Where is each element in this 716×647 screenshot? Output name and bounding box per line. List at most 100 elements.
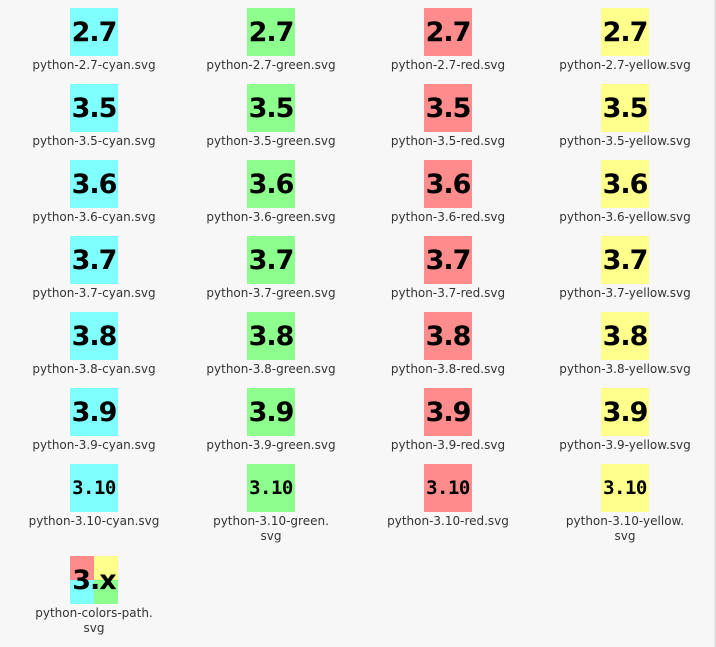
file-name-label: python-2.7-red.svg	[390, 58, 506, 72]
version-text: 3.5	[71, 92, 118, 124]
file-item[interactable]: 3.9 python-3.9-green.svg	[186, 388, 356, 453]
svg-thumbnail-icon: 3.8	[247, 312, 295, 360]
svg-thumbnail-icon: 3.9	[424, 388, 472, 436]
version-text: 3.9	[71, 396, 118, 428]
file-item[interactable]: 3.8 python-3.8-red.svg	[363, 312, 533, 377]
svg-thumbnail-icon: 3.10	[247, 464, 295, 512]
file-name-label: python-3.9-green.svg	[206, 438, 336, 452]
file-name-label: python-3.8-green.svg	[206, 362, 336, 376]
file-name-label: python-3.6-cyan.svg	[32, 210, 156, 224]
file-item[interactable]: 3.8 python-3.8-green.svg	[186, 312, 356, 377]
svg-thumbnail-icon: 3.7	[424, 236, 472, 284]
svg-thumbnail-icon: 3.9	[601, 388, 649, 436]
file-name-label: python-3.5-green.svg	[206, 134, 336, 148]
file-item[interactable]: 3.10 python-3.10-red.svg	[363, 464, 533, 529]
svg-thumbnail-icon: 3.x	[70, 556, 118, 604]
file-item[interactable]: 3.8 python-3.8-cyan.svg	[9, 312, 179, 377]
version-text: 3.10	[72, 477, 116, 499]
file-item[interactable]: 3.7 python-3.7-red.svg	[363, 236, 533, 301]
file-name-label: python-2.7-cyan.svg	[32, 58, 156, 72]
file-name-label: python-3.9-yellow.svg	[559, 438, 691, 452]
file-item[interactable]: 3.7 python-3.7-green.svg	[186, 236, 356, 301]
file-name-label: python-3.7-green.svg	[206, 286, 336, 300]
file-item[interactable]: 3.6 python-3.6-green.svg	[186, 160, 356, 225]
file-item[interactable]: 3.6 python-3.6-red.svg	[363, 160, 533, 225]
svg-thumbnail-icon: 3.8	[424, 312, 472, 360]
version-text: 3.10	[426, 477, 470, 499]
file-name-label: python-3.6-yellow.svg	[559, 210, 691, 224]
version-text: 3.6	[602, 168, 649, 200]
file-name-label: python-3.8-red.svg	[390, 362, 506, 376]
file-name-label: python-3.6-green.svg	[206, 210, 336, 224]
version-text: 3.8	[71, 320, 118, 352]
file-item[interactable]: 3.7 python-3.7-yellow.svg	[540, 236, 710, 301]
file-item[interactable]: 3.6 python-3.6-yellow.svg	[540, 160, 710, 225]
svg-thumbnail-icon: 3.7	[601, 236, 649, 284]
svg-thumbnail-icon: 3.6	[424, 160, 472, 208]
file-item[interactable]: 3.5 python-3.5-red.svg	[363, 84, 533, 149]
file-item[interactable]: 3.6 python-3.6-cyan.svg	[9, 160, 179, 225]
svg-thumbnail-icon: 3.5	[424, 84, 472, 132]
svg-thumbnail-icon: 2.7	[424, 8, 472, 56]
version-text: 3.9	[602, 396, 649, 428]
file-name-label: python-3.8-yellow.svg	[559, 362, 691, 376]
version-text: 3.5	[425, 92, 472, 124]
file-item[interactable]: 3.8 python-3.8-yellow.svg	[540, 312, 710, 377]
file-name-label: python-3.7-yellow.svg	[559, 286, 691, 300]
version-text: 3.7	[425, 244, 472, 276]
file-name-label: python-3.10-cyan.svg	[28, 514, 160, 528]
version-text: 3.8	[248, 320, 295, 352]
svg-thumbnail-icon: 3.10	[424, 464, 472, 512]
file-item[interactable]: 2.7 python-2.7-yellow.svg	[540, 8, 710, 73]
file-item[interactable]: 3.7 python-3.7-cyan.svg	[9, 236, 179, 301]
version-text: 3.7	[248, 244, 295, 276]
file-item[interactable]: 3.x python-colors-path. svg	[9, 556, 179, 636]
file-item[interactable]: 3.10 python-3.10-yellow. svg	[540, 464, 710, 544]
version-text: 3.6	[425, 168, 472, 200]
file-name-label: python-3.5-cyan.svg	[32, 134, 156, 148]
file-icon-grid: 2.7 python-2.7-cyan.svg 2.7 python-2.7-gree…	[0, 0, 716, 647]
svg-thumbnail-icon: 3.6	[601, 160, 649, 208]
file-name-label: python-3.10-yellow. svg	[565, 514, 685, 543]
version-text: 2.7	[602, 16, 649, 48]
version-text: 2.7	[71, 16, 118, 48]
file-item[interactable]: 2.7 python-2.7-green.svg	[186, 8, 356, 73]
file-name-label: python-3.5-yellow.svg	[559, 134, 691, 148]
svg-thumbnail-icon: 3.5	[247, 84, 295, 132]
file-item[interactable]: 3.9 python-3.9-yellow.svg	[540, 388, 710, 453]
file-name-label: python-3.10-green. svg	[213, 514, 329, 543]
svg-thumbnail-icon: 3.5	[70, 84, 118, 132]
file-item[interactable]: 3.5 python-3.5-yellow.svg	[540, 84, 710, 149]
svg-thumbnail-icon: 2.7	[247, 8, 295, 56]
file-item[interactable]: 3.5 python-3.5-green.svg	[186, 84, 356, 149]
svg-thumbnail-icon: 3.6	[247, 160, 295, 208]
version-text: 3.10	[249, 477, 293, 499]
file-item[interactable]: 3.9 python-3.9-cyan.svg	[9, 388, 179, 453]
version-text: 3.9	[248, 396, 295, 428]
file-name-label: python-3.10-red.svg	[387, 514, 509, 528]
version-text: 3.6	[71, 168, 118, 200]
version-text: 3.8	[602, 320, 649, 352]
version-text: 3.5	[602, 92, 649, 124]
file-item[interactable]: 3.9 python-3.9-red.svg	[363, 388, 533, 453]
svg-thumbnail-icon: 3.6	[70, 160, 118, 208]
version-text: 3.10	[603, 477, 647, 499]
file-item[interactable]: 3.5 python-3.5-cyan.svg	[9, 84, 179, 149]
file-item[interactable]: 2.7 python-2.7-cyan.svg	[9, 8, 179, 73]
file-name-label: python-3.6-red.svg	[390, 210, 506, 224]
version-text: 3.7	[71, 244, 118, 276]
file-name-label: python-colors-path. svg	[35, 606, 153, 635]
version-text: 3.8	[425, 320, 472, 352]
file-name-label: python-3.9-red.svg	[390, 438, 506, 452]
file-name-label: python-3.5-red.svg	[390, 134, 506, 148]
file-item[interactable]: 3.10 python-3.10-green. svg	[186, 464, 356, 544]
file-name-label: python-2.7-yellow.svg	[559, 58, 691, 72]
file-item[interactable]: 3.10 python-3.10-cyan.svg	[9, 464, 179, 529]
svg-thumbnail-icon: 3.8	[70, 312, 118, 360]
file-name-label: python-3.8-cyan.svg	[32, 362, 156, 376]
svg-thumbnail-icon: 3.7	[70, 236, 118, 284]
file-name-label: python-3.7-red.svg	[390, 286, 506, 300]
version-text: 2.7	[248, 16, 295, 48]
svg-thumbnail-icon: 3.9	[247, 388, 295, 436]
file-item[interactable]: 2.7 python-2.7-red.svg	[363, 8, 533, 73]
